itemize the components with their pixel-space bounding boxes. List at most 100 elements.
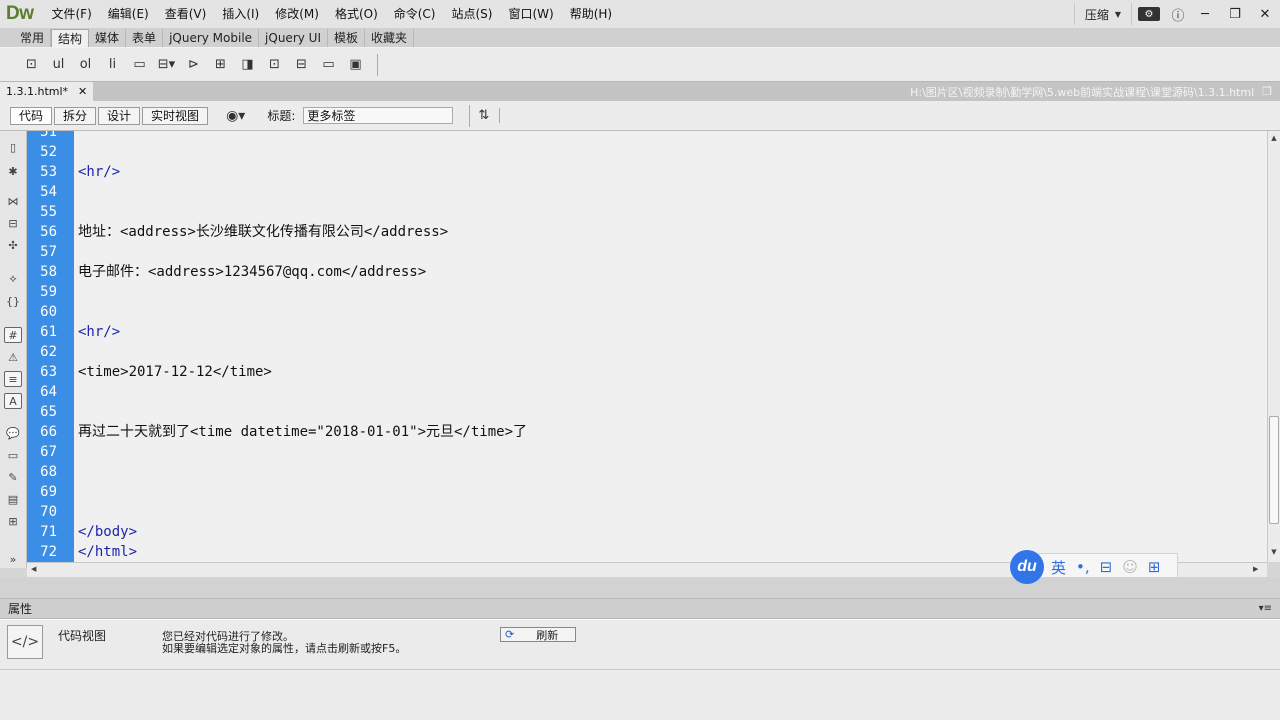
design-view-button[interactable]: 设计: [98, 106, 141, 125]
ime-punctuation-toggle[interactable]: •,: [1076, 558, 1090, 576]
scroll-right-icon[interactable]: ▶: [1253, 565, 1258, 573]
code-line: 66 再过二十天就到了<time datetime="2018-01-01">元…: [27, 422, 1267, 442]
code-line: 54: [27, 182, 1267, 202]
info-icon[interactable]: ⓘ: [1166, 3, 1190, 25]
menu-help[interactable]: 帮助(H): [562, 0, 620, 28]
line-number: 55: [40, 204, 57, 220]
split-view-button[interactable]: 拆分: [54, 106, 97, 125]
div-tag-icon[interactable]: ⊡: [18, 54, 45, 76]
tab-media[interactable]: 媒体: [89, 29, 127, 47]
document-tab[interactable]: 1.3.1.html* ✕: [0, 82, 94, 101]
insert-ul-button[interactable]: ul: [45, 54, 72, 76]
properties-message: 如果要编辑选定对象的属性，请点击刷新或按F5。: [162, 642, 407, 655]
word-wrap-icon[interactable]: ≡: [4, 371, 22, 387]
menu-commands[interactable]: 命令(C): [386, 0, 444, 28]
line-number: 59: [40, 284, 57, 300]
restore-button[interactable]: ❐: [1220, 3, 1250, 25]
code-line: 52: [27, 142, 1267, 162]
collapse-selection-icon[interactable]: ⊟: [4, 215, 22, 231]
menu-edit[interactable]: 编辑(E): [100, 0, 157, 28]
highlight-invalid-code-icon[interactable]: ⚠: [4, 349, 22, 365]
syntax-coloring-icon[interactable]: A: [4, 393, 22, 409]
document-path: H:\图片区\视频录制\勤学网\5.web前端实战课程\课堂源码\1.3.1.h…: [910, 85, 1255, 99]
document-title-input[interactable]: [303, 107, 454, 124]
code-text: <hr/>: [78, 324, 121, 340]
workspace-switcher[interactable]: 压缩 ▼: [1073, 3, 1132, 25]
insert-toolbar: ⊡ ul ol li ▭ ⊟▾ ⊳ ⊞ ◨ ⊡ ⊟ ▭ ▣: [0, 48, 1280, 82]
panel-options-icon[interactable]: ▾≡: [1259, 603, 1280, 614]
tab-favorites[interactable]: 收藏夹: [365, 29, 415, 47]
code-editor[interactable]: 51 52 53 <hr/> 54 55 56 地址：<address>长沙维联…: [27, 131, 1267, 562]
tab-common[interactable]: 常用: [14, 29, 52, 47]
restore-document-icon[interactable]: ❐: [1262, 85, 1272, 98]
code-line: 60: [27, 302, 1267, 322]
close-window-button[interactable]: ✕: [1250, 3, 1280, 25]
line-number: 54: [40, 184, 57, 200]
document-toolbar: 代码 拆分 设计 实时视图 ◉▾ 标题: ⇅: [0, 101, 1280, 131]
menu-window[interactable]: 窗口(W): [500, 0, 561, 28]
validate-icon[interactable]: ⇅: [478, 108, 501, 123]
scroll-left-icon[interactable]: ◀: [31, 565, 36, 573]
tab-jquery-ui[interactable]: jQuery UI: [259, 29, 328, 47]
navigation-icon[interactable]: ⊞: [207, 54, 234, 76]
extensions-icon[interactable]: ⚙: [1138, 7, 1160, 21]
menu-insert[interactable]: 插入(I): [214, 0, 267, 28]
more-tools-icon[interactable]: »: [4, 551, 22, 567]
footer-icon[interactable]: ▭: [315, 54, 342, 76]
collapse-tag-icon[interactable]: ⋈: [4, 193, 22, 209]
line-number: 60: [40, 304, 57, 320]
vertical-scrollbar[interactable]: ▲ ▼: [1267, 131, 1280, 562]
scroll-down-icon[interactable]: ▼: [1269, 548, 1279, 556]
close-tab-icon[interactable]: ✕: [78, 85, 87, 98]
code-line: 55: [27, 202, 1267, 222]
live-view-button[interactable]: 实时视图: [142, 106, 209, 125]
balance-braces-icon[interactable]: {}: [4, 293, 22, 309]
code-text: </html>: [78, 544, 138, 560]
tab-structure[interactable]: 结构: [51, 29, 90, 47]
scroll-up-icon[interactable]: ▲: [1269, 134, 1279, 142]
show-code-navigator-icon[interactable]: ✱: [4, 163, 22, 179]
select-parent-tag-icon[interactable]: ⟡: [4, 271, 22, 287]
open-documents-icon[interactable]: ▯: [4, 139, 22, 155]
menu-view[interactable]: 查看(V): [157, 0, 215, 28]
recent-snippets-icon[interactable]: ▤: [4, 491, 22, 507]
code-line: 51: [27, 131, 1267, 142]
scrollbar-thumb[interactable]: [1269, 416, 1279, 524]
tab-forms[interactable]: 表单: [126, 29, 164, 47]
ime-language-toggle[interactable]: 英: [1051, 557, 1066, 578]
menu-site[interactable]: 站点(S): [444, 0, 501, 28]
paragraph-icon[interactable]: ⊳: [180, 54, 207, 76]
refresh-button[interactable]: ⟳ 刷新: [500, 627, 576, 642]
article-icon[interactable]: ⊡: [261, 54, 288, 76]
menu-file[interactable]: 文件(F): [44, 0, 100, 28]
aside-icon[interactable]: ◨: [234, 54, 261, 76]
preview-in-browser-icon[interactable]: ◉▾: [226, 108, 245, 124]
remove-comment-icon[interactable]: ▭: [4, 447, 22, 463]
code-view-button[interactable]: 代码: [10, 106, 53, 125]
wrap-tag-icon[interactable]: ✎: [4, 469, 22, 485]
line-numbers-icon[interactable]: #: [4, 327, 22, 343]
tab-jquery-mobile[interactable]: jQuery Mobile: [163, 29, 260, 47]
insert-ol-button[interactable]: ol: [72, 54, 99, 76]
line-number: 62: [40, 344, 57, 360]
toolbox-icon[interactable]: ⊟: [1100, 558, 1113, 576]
grid-menu-icon[interactable]: ⊞: [1148, 558, 1161, 576]
expand-all-icon[interactable]: ✣: [4, 237, 22, 253]
figure-icon[interactable]: ▣: [342, 54, 369, 76]
menu-modify[interactable]: 修改(M): [267, 0, 327, 28]
code-line: 64: [27, 382, 1267, 402]
section-icon[interactable]: ⊟: [288, 54, 315, 76]
heading-dropdown-icon[interactable]: ⊟▾: [153, 54, 180, 76]
menu-format[interactable]: 格式(O): [327, 0, 386, 28]
header-icon[interactable]: ▭: [126, 54, 153, 76]
move-css-icon[interactable]: ⊞: [4, 513, 22, 529]
user-icon[interactable]: ☺: [1122, 558, 1138, 576]
code-line: 62: [27, 342, 1267, 362]
minimize-button[interactable]: ─: [1190, 3, 1220, 25]
ime-logo[interactable]: du: [1010, 550, 1044, 584]
panel-splitter[interactable]: [0, 577, 1280, 599]
apply-comment-icon[interactable]: 💬: [4, 425, 22, 441]
insert-li-button[interactable]: li: [99, 54, 126, 76]
tab-templates[interactable]: 模板: [328, 29, 366, 47]
title-label: 标题:: [267, 109, 296, 123]
